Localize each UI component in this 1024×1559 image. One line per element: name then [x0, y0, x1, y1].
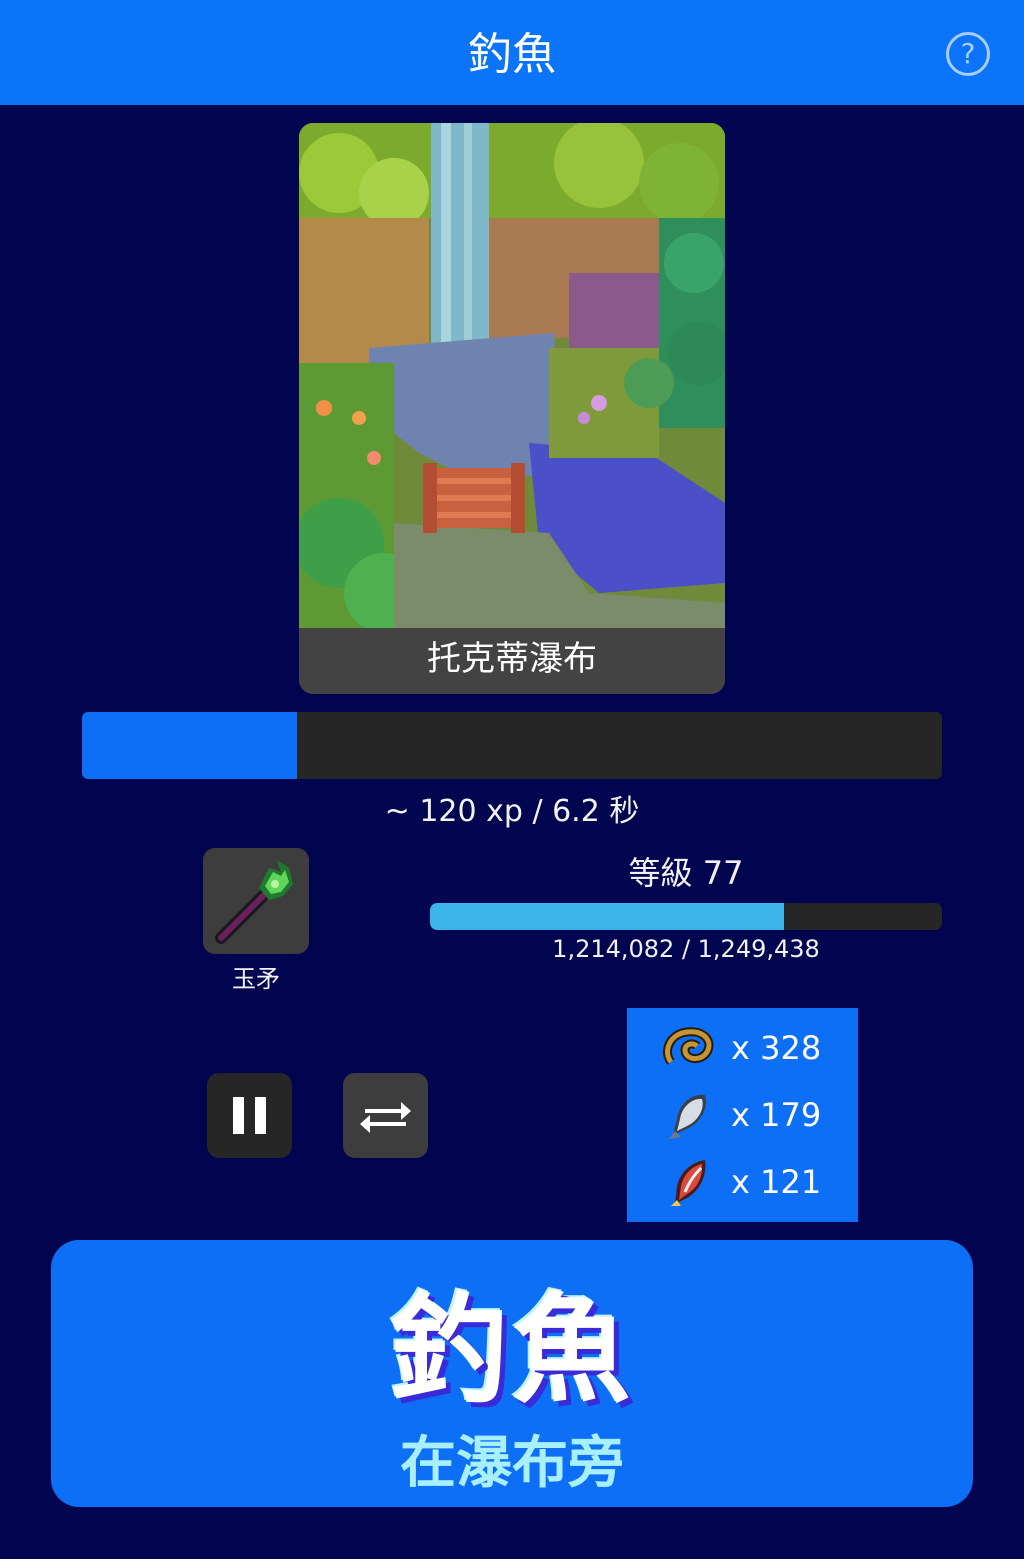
skill-xp-text: 1,214,082 / 1,249,438 [552, 935, 820, 963]
skill-level: 等級 77 [628, 854, 744, 892]
skill-xp-fill [430, 903, 784, 930]
jade-spear-icon [215, 860, 293, 944]
loot-item: x 121 [627, 1152, 858, 1212]
equipped-tool-slot[interactable] [203, 848, 309, 954]
loot-item: x 179 [627, 1085, 858, 1145]
pause-button[interactable] [207, 1073, 292, 1158]
xp-rate-text: ~ 120 xp / 6.2 秒 [384, 794, 640, 829]
loot-count: x 179 [731, 1096, 822, 1134]
loot-count: x 328 [731, 1029, 822, 1067]
location-name: 托克蒂瀑布 [299, 628, 725, 694]
action-title: 釣魚 [389, 1281, 634, 1419]
action-progress-bar [82, 712, 942, 779]
swap-button[interactable] [343, 1073, 428, 1158]
page-title: 釣魚 [468, 29, 556, 80]
loot-panel: x 328 x 179 x 121 [627, 1008, 858, 1222]
skill-xp-bar [430, 903, 942, 930]
red-fish-icon [671, 1160, 706, 1206]
location-card[interactable]: 托克蒂瀑布 [299, 123, 725, 694]
help-icon[interactable]: ? [946, 32, 990, 76]
loot-count: x 121 [731, 1163, 822, 1201]
waterfall-scene-image [299, 123, 725, 628]
loot-item: x 328 [627, 1018, 858, 1078]
pause-icon-bar [255, 1097, 266, 1134]
action-progress-fill [82, 712, 297, 779]
tool-name: 玉矛 [232, 965, 280, 993]
eel-icon [663, 1027, 714, 1065]
top-bar: 釣魚 ? [0, 0, 1024, 105]
pause-icon [233, 1097, 244, 1134]
swap-arrows-icon [360, 1102, 411, 1133]
silver-fish-icon [669, 1094, 707, 1139]
action-subtitle: 在瀑布旁 [400, 1431, 624, 1496]
start-fishing-button[interactable]: 釣魚 在瀑布旁 [51, 1240, 973, 1507]
